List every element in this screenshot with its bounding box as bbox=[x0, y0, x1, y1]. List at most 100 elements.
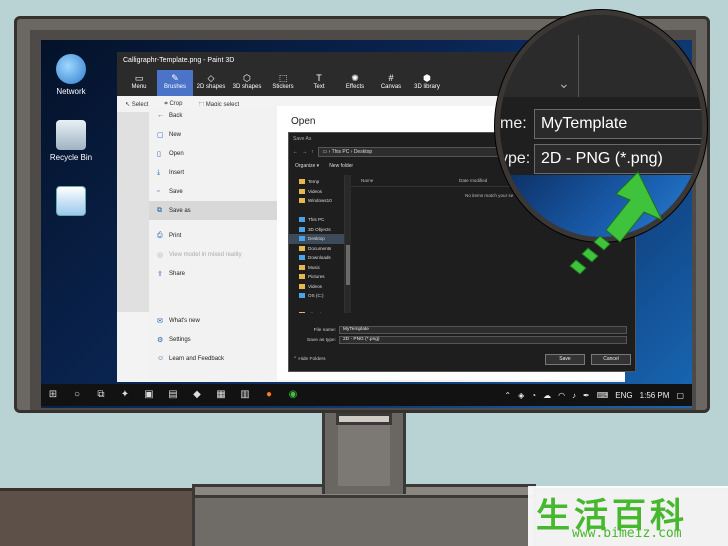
nav-item-videos[interactable]: Videos bbox=[289, 282, 344, 292]
photos-icon[interactable]: ▣ bbox=[137, 384, 161, 406]
ribbon-text[interactable]: T Text bbox=[301, 70, 337, 96]
dialog-footer: ⌃ Hide Folders Save Cancel bbox=[289, 351, 635, 369]
wifi-icon[interactable]: ◠ bbox=[558, 391, 565, 400]
organize-button[interactable]: Organize ▾ bbox=[295, 163, 319, 169]
volume-icon[interactable]: ♪ bbox=[572, 391, 576, 400]
system-tray: ⌃ ◈ ◔ ☁ ◠ ♪ ✒ ⌨ ENG 1:56 PM ▢ bbox=[504, 384, 692, 406]
watermark: 生活百科 www.bimeiz.com bbox=[528, 486, 728, 546]
desktop-icon-label: Recycle Bin bbox=[49, 153, 93, 162]
cursor-icon: ↖ bbox=[125, 101, 132, 108]
menu-item-print[interactable]: ⎙ Print bbox=[149, 226, 277, 245]
menu-item-open[interactable]: ▯ Open bbox=[149, 144, 277, 163]
up-arrow-icon[interactable]: ↑ bbox=[311, 149, 314, 155]
menu-item-insert[interactable]: ⤓ Insert bbox=[149, 163, 277, 182]
save-icon: ▫ bbox=[157, 188, 160, 195]
menu-item-new[interactable]: ▢ New bbox=[149, 125, 277, 144]
menu-item-view-model-in-mixed-reality: ◎ View model in mixed reality bbox=[149, 245, 277, 264]
nav-item-label: Music bbox=[308, 264, 320, 270]
onedrive-icon[interactable]: ☁ bbox=[543, 391, 551, 400]
nav-item-temp[interactable]: Temp bbox=[289, 177, 344, 187]
nav-item-label: Pictures bbox=[308, 274, 325, 279]
hide-folders-toggle[interactable]: ⌃ Hide Folders bbox=[293, 357, 326, 362]
nav-item-os-c-[interactable]: OS (C:) bbox=[289, 291, 344, 301]
desktop-icon-network[interactable]: Network bbox=[41, 54, 101, 96]
menu-item-settings[interactable]: ⚙ Settings bbox=[149, 330, 277, 349]
ribbon-3d-shapes[interactable]: ⬡ 3D shapes bbox=[229, 70, 265, 96]
keyboard-icon[interactable]: ⌨ bbox=[597, 391, 609, 400]
menu-item-save[interactable]: ▫ Save bbox=[149, 182, 277, 201]
nav-item-this-pc[interactable]: This PC bbox=[289, 215, 344, 225]
cancel-button[interactable]: Cancel bbox=[591, 354, 631, 365]
back-arrow-icon[interactable]: ← bbox=[293, 149, 298, 155]
ribbon-effects[interactable]: ✺ Effects bbox=[337, 70, 373, 96]
library-icon: ⬢ bbox=[423, 73, 431, 83]
print-icon: ⎙ bbox=[157, 231, 163, 239]
nav-item-videos[interactable]: Videos bbox=[289, 187, 344, 197]
magnifier-divider bbox=[578, 35, 579, 97]
folder-icon bbox=[299, 226, 305, 232]
notifications-icon[interactable]: ▢ bbox=[676, 391, 684, 400]
calculator-icon[interactable]: ▦ bbox=[209, 384, 233, 406]
menu-item-back[interactable]: ← Back bbox=[149, 106, 277, 125]
task-view-icon[interactable]: ⧉ bbox=[89, 384, 113, 406]
whats-new-icon: ✉ bbox=[157, 317, 163, 325]
scrollbar-thumb[interactable] bbox=[346, 245, 350, 285]
nav-item-music[interactable]: Music bbox=[289, 263, 344, 273]
chevron-up-icon[interactable]: ⌃ bbox=[504, 391, 511, 400]
recycle-bin-icon bbox=[56, 120, 86, 150]
menu-item-learn-and-feedback[interactable]: ☺ Learn and Feedback bbox=[149, 349, 277, 368]
language-indicator[interactable]: ENG bbox=[615, 391, 632, 400]
edge-icon[interactable]: ✦ bbox=[113, 384, 137, 406]
nav-item-pictures[interactable]: Pictures bbox=[289, 272, 344, 282]
select-tool[interactable]: ↖ Select bbox=[125, 101, 148, 108]
network-icon[interactable]: ◔ bbox=[531, 391, 536, 400]
nav-item-label: 3D Objects bbox=[308, 226, 331, 232]
address-bar[interactable]: ▭ › This PC › Desktop bbox=[317, 147, 528, 157]
ribbon-menu[interactable]: ▭ Menu bbox=[121, 70, 157, 96]
nav-item-desktop[interactable]: Desktop bbox=[289, 234, 344, 244]
firefox-icon[interactable]: ● bbox=[257, 384, 281, 406]
paint3d-taskbar-icon[interactable]: ◉ bbox=[281, 384, 305, 406]
ribbon-2d-shapes[interactable]: ◇ 2D shapes bbox=[193, 70, 229, 96]
ribbon-brushes[interactable]: ✎ Brushes bbox=[157, 70, 193, 96]
ribbon-canvas[interactable]: # Canvas bbox=[373, 70, 409, 96]
new-folder-button[interactable]: New folder bbox=[329, 163, 353, 169]
ribbon-3d-library[interactable]: ⬢ 3D library bbox=[409, 70, 445, 96]
menu-item-what-s-new[interactable]: ✉ What's new bbox=[149, 311, 277, 330]
shield-icon[interactable]: ◈ bbox=[518, 391, 524, 400]
paint-icon[interactable]: ◆ bbox=[185, 384, 209, 406]
file-explorer-icon[interactable]: ▤ bbox=[161, 384, 185, 406]
menu-item-share[interactable]: ⇪ Share bbox=[149, 264, 277, 283]
folder-icon bbox=[299, 179, 305, 185]
watermark-url: www.bimeiz.com bbox=[572, 526, 682, 541]
nav-item-downloads[interactable]: Downloads bbox=[289, 253, 344, 263]
magnifier-window-top bbox=[500, 15, 702, 97]
save-type-select[interactable]: 2D - PNG (*.png) bbox=[339, 336, 627, 344]
folder-icon bbox=[299, 283, 305, 289]
save-type-row: Save as type: 2D - PNG (*.png) bbox=[289, 335, 635, 345]
menu-item-label: View model in mixed reality bbox=[169, 251, 242, 258]
save-as-icon: ⧉ bbox=[157, 206, 162, 214]
pen-icon[interactable]: ✒ bbox=[583, 391, 590, 400]
desktop-icon-recycle-bin[interactable]: Recycle Bin bbox=[41, 120, 101, 162]
save-button[interactable]: Save bbox=[545, 354, 585, 365]
nav-item-windows10[interactable]: Windows10 bbox=[289, 196, 344, 206]
file-name-input[interactable]: MyTemplate bbox=[339, 326, 627, 334]
canvas-icon: # bbox=[388, 73, 394, 83]
navigation-pane: Temp Videos Windows10 This PC 3D Objects Desk… bbox=[289, 175, 345, 313]
menu-item-save-as[interactable]: ⧉ Save as bbox=[149, 201, 277, 220]
nav-item-label: Videos bbox=[308, 283, 322, 289]
windows-start-icon[interactable]: ⊞ bbox=[41, 384, 65, 406]
ribbon-stickers[interactable]: ⬚ Stickers bbox=[265, 70, 301, 96]
nav-item-libraries[interactable]: Libraries bbox=[289, 310, 344, 313]
desktop-icon-app[interactable] bbox=[41, 186, 101, 219]
column-name[interactable]: Name bbox=[351, 175, 455, 186]
app-list-icon[interactable]: ▥ bbox=[233, 384, 257, 406]
forward-arrow-icon[interactable]: → bbox=[302, 149, 307, 155]
cortana-icon[interactable]: ○ bbox=[65, 384, 89, 406]
clock[interactable]: 1:56 PM bbox=[640, 391, 670, 400]
arrow-dash-1 bbox=[593, 235, 611, 251]
nav-item-3d-objects[interactable]: 3D Objects bbox=[289, 225, 344, 235]
nav-item-documents[interactable]: Documents bbox=[289, 244, 344, 254]
